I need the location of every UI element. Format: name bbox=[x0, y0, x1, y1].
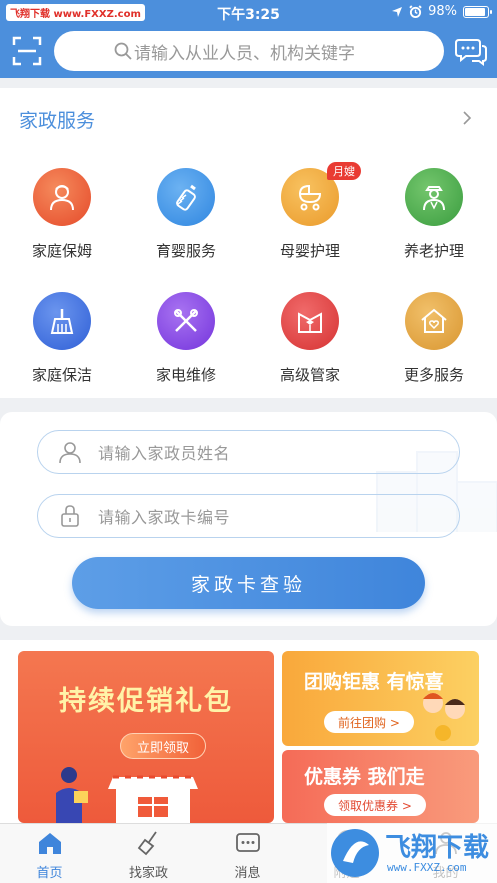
butler-icon bbox=[298, 312, 322, 333]
service-circle bbox=[157, 292, 215, 350]
shop-illustration bbox=[108, 775, 198, 823]
status-bar: 飞翔下载 www.FXXZ.com 下午3:25 98% bbox=[0, 0, 497, 26]
watermark-logo: 飞翔下载 www.FXXZ.com bbox=[327, 823, 497, 883]
claim-coupon-button[interactable]: 领取优惠券 > bbox=[324, 794, 426, 816]
promo-banner-group-buy[interactable]: 团购钜惠 有惊喜 前往团购 > bbox=[282, 651, 479, 746]
tools-icon bbox=[174, 309, 198, 332]
search-input[interactable]: 请输入从业人员、机构关键字 bbox=[54, 31, 444, 71]
service-circle bbox=[405, 292, 463, 350]
header: 请输入从业人员、机构关键字 bbox=[0, 26, 497, 78]
battery-fill bbox=[465, 7, 485, 16]
chevron-right-icon[interactable] bbox=[461, 110, 473, 126]
service-item-maternity[interactable]: 月嫂 母婴护理 bbox=[248, 162, 372, 261]
service-label: 养老护理 bbox=[403, 242, 464, 260]
service-circle bbox=[281, 292, 339, 350]
service-label: 高级管家 bbox=[279, 366, 340, 384]
stroller-icon bbox=[298, 184, 322, 211]
service-circle bbox=[33, 292, 91, 350]
tab-label: 找家政 bbox=[128, 866, 168, 881]
tab-messages[interactable]: 消息 bbox=[198, 830, 297, 881]
tab-home[interactable]: 首页 bbox=[0, 830, 99, 881]
status-right: 98% bbox=[391, 4, 492, 19]
service-item-nanny[interactable]: 家庭保姆 bbox=[0, 168, 124, 261]
tab-label: 首页 bbox=[36, 866, 63, 881]
service-section: 家政服务 家庭保姆 育婴服务 月嫂 母婴护理 养老护理 家庭保洁 家电维修 高级… bbox=[0, 88, 497, 398]
alarm-icon bbox=[409, 5, 422, 18]
service-item-infant[interactable]: 育婴服务 bbox=[124, 168, 248, 261]
service-label: 家庭保姆 bbox=[31, 242, 92, 260]
claim-now-button[interactable]: 立即领取 bbox=[120, 733, 206, 759]
watermark-url: www.FXXZ.com bbox=[387, 861, 467, 874]
person-illustration bbox=[56, 767, 88, 823]
lock-icon bbox=[61, 505, 79, 527]
service-label: 更多服务 bbox=[403, 366, 464, 384]
service-label: 母婴护理 bbox=[279, 242, 340, 260]
location-arrow-icon bbox=[392, 6, 403, 17]
service-label: 家庭保洁 bbox=[31, 366, 92, 384]
tab-find-housekeeping[interactable]: 找家政 bbox=[99, 830, 198, 881]
card-number-input[interactable]: 请输入家政卡编号 bbox=[37, 494, 460, 538]
go-group-buy-button[interactable]: 前往团购 > bbox=[324, 711, 414, 733]
battery-icon bbox=[463, 5, 492, 18]
tab-label: 消息 bbox=[234, 866, 261, 881]
service-label: 育婴服务 bbox=[155, 242, 216, 260]
user-icon bbox=[59, 442, 81, 464]
yuesao-badge: 月嫂 bbox=[327, 162, 361, 180]
card-placeholder: 请输入家政卡编号 bbox=[98, 508, 231, 527]
battery-percent: 98% bbox=[428, 4, 457, 19]
home-heart-icon bbox=[421, 308, 447, 333]
search-placeholder: 请输入从业人员、机构关键字 bbox=[134, 43, 355, 64]
service-label: 家电维修 bbox=[155, 366, 216, 384]
service-item-elder[interactable]: 养老护理 bbox=[372, 168, 496, 261]
broom-icon bbox=[50, 309, 74, 334]
promo-banners: 持续促销礼包 立即领取 团购钜惠 有惊喜 前往团购 > 优惠券 我们走 领取优惠… bbox=[0, 640, 497, 823]
nanny-icon bbox=[50, 185, 74, 211]
home-icon bbox=[38, 833, 61, 854]
service-circle bbox=[405, 168, 463, 226]
promo-banner-coupon[interactable]: 优惠券 我们走 领取优惠券 > bbox=[282, 750, 479, 823]
service-item-butler[interactable]: 高级管家 bbox=[248, 292, 372, 385]
baby-bottle-icon bbox=[176, 184, 196, 211]
promo-banner-gift[interactable]: 持续促销礼包 立即领取 bbox=[18, 651, 274, 823]
service-item-more[interactable]: 更多服务 bbox=[372, 292, 496, 385]
service-circle bbox=[33, 168, 91, 226]
name-placeholder: 请输入家政员姓名 bbox=[98, 444, 231, 463]
service-item-repair[interactable]: 家电维修 bbox=[124, 292, 248, 385]
scan-icon[interactable] bbox=[12, 36, 42, 66]
name-input[interactable]: 请输入家政员姓名 bbox=[37, 430, 460, 474]
message-icon bbox=[235, 833, 260, 852]
card-check-panel: 请输入家政员姓名 请输入家政卡编号 家政卡查验 bbox=[0, 412, 497, 626]
tab-bar: 首页 找家政 消息 附近 我的 飞翔下载 www.FXXZ.com bbox=[0, 823, 497, 883]
search-icon bbox=[114, 42, 132, 60]
watermark-text: 飞翔下载 bbox=[385, 833, 490, 863]
service-item-cleaning[interactable]: 家庭保洁 bbox=[0, 292, 124, 385]
elder-care-icon bbox=[423, 186, 445, 211]
verify-card-button[interactable]: 家政卡查验 bbox=[72, 557, 425, 609]
chat-icon[interactable] bbox=[455, 36, 487, 66]
service-circle: 月嫂 bbox=[281, 162, 361, 226]
coupon-title: 优惠券 我们走 bbox=[304, 766, 425, 788]
section-title: 家政服务 bbox=[19, 110, 96, 132]
kids-illustration bbox=[423, 693, 465, 741]
promo-title: 持续促销礼包 bbox=[59, 686, 233, 717]
broom-icon bbox=[137, 831, 157, 856]
service-circle bbox=[157, 168, 215, 226]
